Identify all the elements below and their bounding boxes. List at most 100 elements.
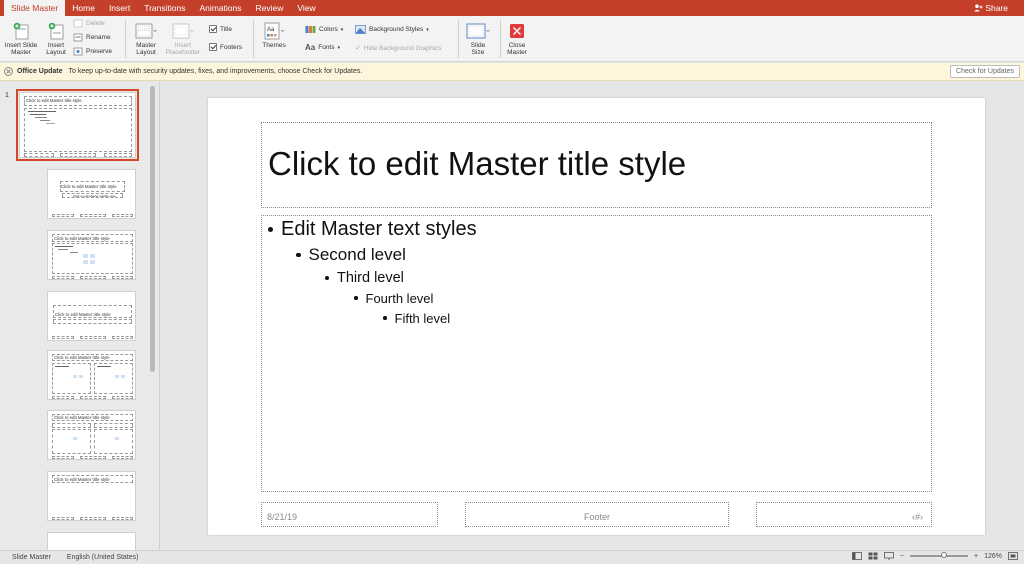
tab-transitions[interactable]: Transitions <box>137 0 192 16</box>
thumb-footer <box>112 276 133 279</box>
layout-thumbnail-blank[interactable] <box>47 532 136 550</box>
title-placeholder[interactable]: Click to edit Master title style <box>261 122 932 208</box>
zoom-level[interactable]: 126% <box>984 553 1002 560</box>
footers-checkbox-row[interactable]: Footers <box>209 43 242 51</box>
slide-sorter-icon[interactable] <box>868 552 878 560</box>
body-placeholder[interactable]: Edit Master text styles Second level Thi… <box>261 215 932 492</box>
text-level-5: Fifth level <box>383 310 450 326</box>
thumb-content-icon <box>73 437 77 440</box>
hide-bg-graphics-check-icon: ✓ <box>355 45 361 52</box>
thumb-title-text: Click to edit Master title style <box>54 236 110 241</box>
insert-layout-button[interactable]: Insert Layout <box>42 22 70 56</box>
thumb-footer <box>80 214 106 217</box>
thumb-heading-placeholder <box>94 423 133 428</box>
ribbon: Insert Slide Master Insert Layout Delete… <box>0 16 1024 62</box>
share-button[interactable]: Share <box>973 0 1008 16</box>
zoom-in-button[interactable]: + <box>974 553 978 560</box>
insert-layout-label-1: Insert <box>47 42 65 49</box>
thumb-footer <box>112 336 133 339</box>
thumb-title-text: Click to edit Master title style <box>55 312 111 317</box>
date-placeholder[interactable]: 8/21/19 <box>261 502 438 527</box>
thumb-footer <box>80 517 106 520</box>
status-language[interactable]: English (United States) <box>67 554 139 561</box>
delete-button[interactable]: Delete <box>73 19 105 28</box>
slide-size-button[interactable]: Slide Size <box>463 22 493 56</box>
thumb-text-line <box>40 120 50 121</box>
footers-checkbox[interactable] <box>209 43 217 51</box>
slide-number-text: ‹#› <box>912 512 923 522</box>
layout-thumbnail-title-only[interactable]: Click to edit Master title style <box>47 471 136 521</box>
master-thumbnail[interactable]: Click to edit Master title style <box>16 89 139 161</box>
zoom-slider[interactable] <box>910 552 968 558</box>
rename-button[interactable]: Rename <box>73 33 111 42</box>
thumb-title-text: Click to edit Master title style <box>54 415 110 420</box>
hide-bg-graphics-row[interactable]: ✓ Hide Background Graphics <box>355 44 442 53</box>
background-styles-dropdown[interactable]: Background Styles ▾ <box>355 25 429 34</box>
title-checkbox-label: Title <box>220 25 233 33</box>
colors-label: Colors <box>319 26 338 33</box>
normal-view-icon[interactable] <box>852 552 862 560</box>
layout-thumbnail-title[interactable]: Click to edit Master title style Click t… <box>47 169 136 219</box>
layout-thumbnail-two-content[interactable]: Click to edit Master title style <box>47 350 136 400</box>
thumb-footer <box>52 396 74 399</box>
thumb-footer <box>112 517 133 520</box>
insert-placeholder-label-2: Placeholder <box>165 49 201 56</box>
delete-label: Delete <box>86 20 105 27</box>
zoom-out-button[interactable]: − <box>900 553 904 560</box>
check-for-updates-button[interactable]: Check for Updates <box>950 65 1020 78</box>
insert-layout-label-2: Layout <box>46 49 66 56</box>
thumb-footer <box>112 396 133 399</box>
preserve-label: Preserve <box>86 48 113 55</box>
tab-insert[interactable]: Insert <box>102 0 137 16</box>
themes-label: Themes <box>262 42 286 49</box>
colors-icon <box>305 26 316 33</box>
thumb-footer <box>104 153 132 157</box>
footer-placeholder[interactable]: Footer <box>465 502 729 527</box>
themes-button[interactable]: Aa Themes <box>258 22 290 49</box>
title-checkbox-row[interactable]: Title <box>209 25 232 33</box>
tab-home[interactable]: Home <box>65 0 102 16</box>
insert-placeholder-icon <box>172 23 194 39</box>
title-checkbox[interactable] <box>209 25 217 33</box>
thumb-content-icon <box>83 254 88 258</box>
ribbon-separator <box>125 20 126 58</box>
close-master-label-1: Close <box>508 42 526 49</box>
text-level-2: Second level <box>296 245 406 265</box>
insert-slide-master-button[interactable]: Insert Slide Master <box>2 22 40 56</box>
text-level-5-label: Fifth level <box>394 310 451 326</box>
preserve-button[interactable]: Preserve <box>73 47 112 56</box>
thumb-footer <box>80 456 106 459</box>
update-message: To keep up-to-date with security updates… <box>68 68 363 75</box>
slide-number-placeholder[interactable]: ‹#› <box>756 502 932 527</box>
presenter-view-icon[interactable] <box>884 552 894 560</box>
tab-animations[interactable]: Animations <box>192 0 248 16</box>
layout-thumbnail-comparison[interactable]: Click to edit Master title style <box>47 410 136 460</box>
thumb-footer <box>52 276 74 279</box>
thumb-footer <box>60 153 96 157</box>
fonts-dropdown[interactable]: Aa Fonts ▾ <box>305 43 340 52</box>
background-styles-icon <box>355 25 366 34</box>
status-view-name: Slide Master <box>12 554 51 561</box>
chevron-down-icon: ▾ <box>426 26 429 33</box>
close-master-button[interactable]: Close Master <box>502 22 532 56</box>
tab-review[interactable]: Review <box>249 0 291 16</box>
thumb-text-line <box>35 117 47 118</box>
bullet-icon <box>325 276 329 280</box>
insert-layout-icon <box>48 22 64 40</box>
fit-to-window-icon[interactable] <box>1008 552 1018 560</box>
colors-dropdown[interactable]: Colors ▾ <box>305 25 343 34</box>
dismiss-update-icon[interactable] <box>4 67 13 76</box>
layout-thumbnail-content[interactable]: Click to edit Master title style <box>47 230 136 280</box>
zoom-slider-knob[interactable] <box>940 552 947 558</box>
master-layout-button[interactable]: Master Layout <box>131 22 161 56</box>
fonts-icon: Aa <box>305 43 316 52</box>
layout-thumbnail-section[interactable]: Click to edit Master title style <box>47 291 136 341</box>
rename-icon <box>73 33 83 42</box>
insert-placeholder-button[interactable]: Insert Placeholder <box>162 22 204 56</box>
tab-view[interactable]: View <box>290 0 322 16</box>
footers-checkbox-label: Footers <box>220 43 243 51</box>
thumbnail-scrollbar[interactable] <box>150 86 155 372</box>
tab-slide-master[interactable]: Slide Master <box>4 0 66 16</box>
insert-slide-master-label-1: Insert Slide <box>4 42 38 49</box>
thumb-body-placeholder <box>52 429 91 454</box>
